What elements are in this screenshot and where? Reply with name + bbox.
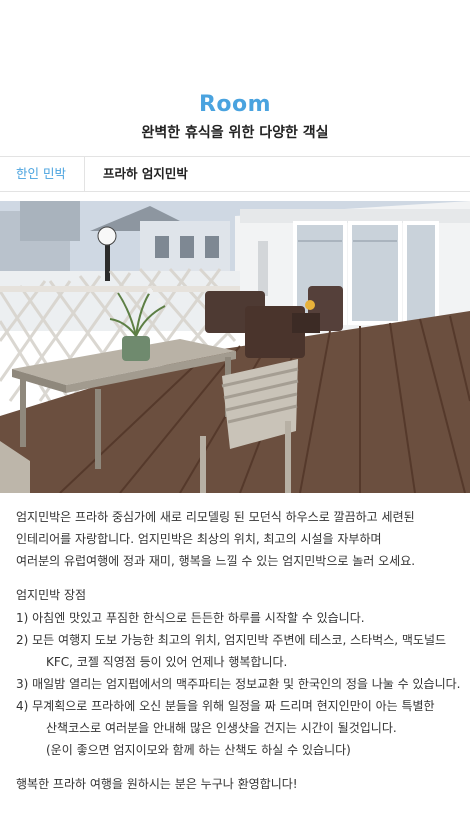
feature-item-3: 3) 매일밤 열리는 엄지펍에서의 맥주파티는 정보교환 및 한국인의 정을 나… [16,677,461,691]
feature-item-4: 4) 무계획으로 프라하에 오신 분들을 위해 일정을 짜 드리며 현지인만이 … [16,699,435,713]
tab-prague-umji-minbak[interactable]: 프라하 엄지민박 [85,157,204,191]
features-list: 엄지민박 장점 1) 아침엔 맛있고 푸짐한 한식으로 든든한 하루를 시작할 … [16,584,461,761]
feature-item-4-cont: 산책코스로 여러분을 안내해 많은 인생샷을 건지는 시간이 될것입니다. [46,721,397,735]
features-title: 엄지민박 장점 [16,588,87,602]
tab-korean-minbak[interactable]: 한인 민박 [0,157,85,191]
intro-line-2: 인테리어를 자랑합니다. 엄지민박은 최상의 위치, 최고의 시설을 자부하며 [16,532,382,546]
intro-line-3: 여러분의 유럽여행에 정과 재미, 행복을 느낄 수 있는 엄지민박으로 놀러 … [16,554,416,568]
page-header: Room 완벽한 휴식을 위한 다양한 객실 [0,0,470,144]
feature-item-2-cont: KFC, 코젤 직영점 등이 있어 언제나 행복합니다. [46,655,288,669]
room-description: 엄지민박은 프라하 중심가에 새로 리모델링 된 모던식 하우스로 깔끔하고 세… [16,506,461,807]
room-tabs: 한인 민박 프라하 엄지민박 [0,156,470,192]
page-subtitle: 완벽한 휴식을 위한 다양한 객실 [141,125,329,141]
page-title: Room [198,92,272,117]
feature-item-1: 1) 아침엔 맛있고 푸짐한 한식으로 든든한 하루를 시작할 수 있습니다. [16,611,365,625]
feature-item-4-note: (운이 좋으면 엄지이모와 함께 하는 산책도 하실 수 있습니다) [46,743,351,757]
feature-item-2: 2) 모든 여행지 도보 가능한 최고의 위치, 엄지민박 주변에 테스코, 스… [16,633,447,647]
intro-line-1: 엄지민박은 프라하 중심가에 새로 리모델링 된 모던식 하우스로 깔끔하고 세… [16,510,415,524]
terrace-photo [0,201,470,493]
intro-paragraph: 엄지민박은 프라하 중심가에 새로 리모델링 된 모던식 하우스로 깔끔하고 세… [16,506,461,572]
closing-text: 행복한 프라하 여행을 원하시는 분은 누구나 환영합니다! [16,777,298,791]
